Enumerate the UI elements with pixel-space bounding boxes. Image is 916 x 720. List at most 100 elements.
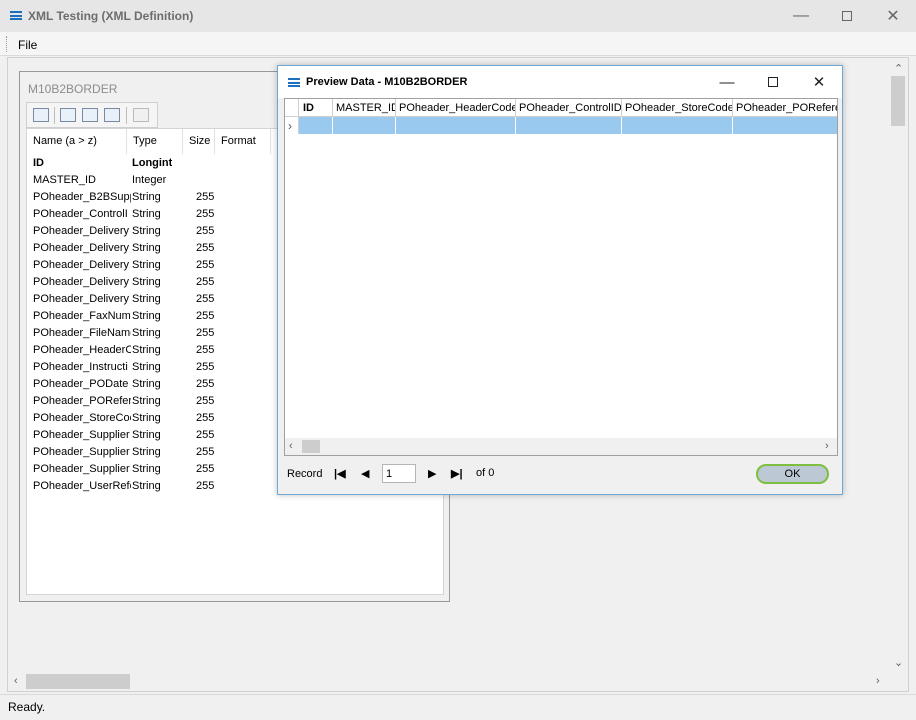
column-header-type[interactable]: Type — [127, 129, 183, 154]
scroll-down-icon[interactable]: ⌄ — [894, 656, 903, 669]
field-type: String — [132, 310, 161, 322]
field-name: POheader_ControlI — [33, 208, 128, 220]
preview-data-grid[interactable]: ID MASTER_ID POheader_HeaderCode POheade… — [284, 98, 838, 456]
column-header-size[interactable]: Size — [183, 129, 215, 154]
field-name: ID — [33, 157, 44, 169]
dialog-menu-icon[interactable] — [288, 78, 300, 87]
grid-horizontal-scrollbar[interactable]: ‹ › — [285, 438, 837, 455]
dialog-title-bar[interactable]: Preview Data - M10B2BORDER — ✕ — [278, 66, 842, 98]
field-name: POheader_POReferi — [33, 395, 131, 407]
field-type: String — [132, 259, 161, 271]
row-arrow-icon: › — [288, 119, 292, 133]
field-name: POheader_UserRefe — [33, 480, 131, 492]
field-type: String — [132, 208, 161, 220]
grid-scroll-thumb[interactable] — [302, 440, 320, 453]
table-settings-icon[interactable] — [82, 108, 98, 122]
child-window-title: M10B2BORDER — [28, 82, 118, 96]
field-size: 255 — [196, 446, 215, 458]
column-header-format[interactable]: Format — [215, 129, 271, 154]
vertical-scroll-thumb[interactable] — [891, 76, 905, 126]
field-size: 255 — [196, 361, 215, 373]
minimize-icon: — — [719, 73, 735, 91]
field-size: 255 — [196, 259, 215, 271]
preview-data-dialog[interactable]: Preview Data - M10B2BORDER — ✕ ID MASTER… — [277, 65, 843, 495]
grid-cell[interactable] — [516, 117, 622, 134]
field-size: 255 — [196, 327, 215, 339]
field-name: POheader_Supplier — [33, 446, 130, 458]
scroll-left-icon[interactable]: ‹ — [14, 675, 18, 687]
close-icon: ✕ — [812, 74, 826, 91]
grid-header-controlid[interactable]: POheader_ControlID — [516, 99, 622, 117]
current-row-indicator: › — [285, 117, 299, 134]
horizontal-scrollbar[interactable]: ‹ › — [8, 672, 890, 691]
next-record-icon[interactable]: ▶ — [428, 467, 436, 480]
grid-header-storecode[interactable]: POheader_StoreCode — [622, 99, 733, 117]
first-record-icon[interactable]: |◀ — [334, 467, 346, 480]
field-size: 255 — [196, 378, 215, 390]
previous-record-icon[interactable]: ◀ — [361, 467, 369, 480]
toolbar-separator — [126, 107, 127, 124]
window-title: XML Testing (XML Definition) — [28, 9, 194, 23]
horizontal-scroll-thumb[interactable] — [26, 674, 130, 689]
field-name: POheader_Delivery — [33, 242, 129, 254]
field-name: POheader_FileName — [33, 327, 131, 339]
scroll-left-icon[interactable]: ‹ — [289, 440, 293, 452]
field-type: String — [132, 344, 161, 356]
field-size: 255 — [196, 310, 215, 322]
grid-cell[interactable] — [622, 117, 733, 134]
field-type: String — [132, 429, 161, 441]
scroll-right-icon[interactable]: › — [825, 440, 829, 452]
record-label: Record — [287, 468, 323, 480]
field-name: POheader_StoreCoc — [33, 412, 131, 424]
status-bar: Ready. — [0, 694, 916, 720]
field-type: String — [132, 395, 161, 407]
record-number-input[interactable] — [382, 464, 416, 483]
grid-header-headercode[interactable]: POheader_HeaderCode — [396, 99, 516, 117]
dialog-minimize-button[interactable]: — — [704, 66, 750, 98]
main-title-bar[interactable]: XML Testing (XML Definition) — ✕ — [0, 0, 916, 32]
preview-icon[interactable] — [33, 108, 49, 122]
scroll-up-icon[interactable]: ⌃ — [894, 62, 903, 75]
vertical-scrollbar[interactable]: ⌃ ⌄ — [889, 58, 908, 672]
field-size: 255 — [196, 208, 215, 220]
field-name: POheader_Instructi — [33, 361, 128, 373]
maximize-button[interactable] — [824, 0, 870, 32]
grid-cell[interactable] — [333, 117, 396, 134]
last-record-icon[interactable]: ▶| — [451, 467, 463, 480]
dialog-close-button[interactable]: ✕ — [796, 66, 842, 98]
field-type: String — [132, 293, 161, 305]
field-toolbar — [26, 102, 158, 128]
insert-field-icon[interactable] — [133, 108, 149, 122]
maximize-icon — [768, 77, 778, 87]
field-name: POheader_Supplier — [33, 429, 130, 441]
grid-cell[interactable] — [396, 117, 516, 134]
table-icon[interactable] — [60, 108, 76, 122]
field-name: POheader_Supplier — [33, 463, 130, 475]
field-type: String — [132, 191, 161, 203]
record-count: of 0 — [476, 467, 495, 479]
grid-cell[interactable] — [733, 117, 837, 134]
grid-header-poreference[interactable]: POheader_POReferen — [733, 99, 837, 117]
field-size: 255 — [196, 395, 215, 407]
grid-header-master-id[interactable]: MASTER_ID — [333, 99, 396, 117]
field-size: 255 — [196, 412, 215, 424]
calculator-icon[interactable] — [104, 108, 120, 122]
field-size: 255 — [196, 276, 215, 288]
menu-grip — [6, 36, 9, 52]
field-type: Longint — [132, 157, 173, 169]
grid-header-id[interactable]: ID — [299, 99, 333, 117]
field-type: String — [132, 480, 161, 492]
grid-cell[interactable] — [299, 117, 333, 134]
close-button[interactable]: ✕ — [870, 0, 916, 32]
scroll-right-icon[interactable]: › — [876, 675, 880, 687]
minimize-button[interactable]: — — [778, 0, 824, 32]
field-size: 255 — [196, 344, 215, 356]
dialog-maximize-button[interactable] — [750, 66, 796, 98]
column-header-name[interactable]: Name (a > z) — [27, 129, 127, 154]
ok-button[interactable]: OK — [756, 464, 829, 484]
app-menu-icon[interactable] — [10, 11, 22, 20]
field-size: 255 — [196, 191, 215, 203]
field-size: 255 — [196, 293, 215, 305]
menu-file[interactable]: File — [18, 38, 37, 52]
status-text: Ready. — [8, 700, 46, 714]
